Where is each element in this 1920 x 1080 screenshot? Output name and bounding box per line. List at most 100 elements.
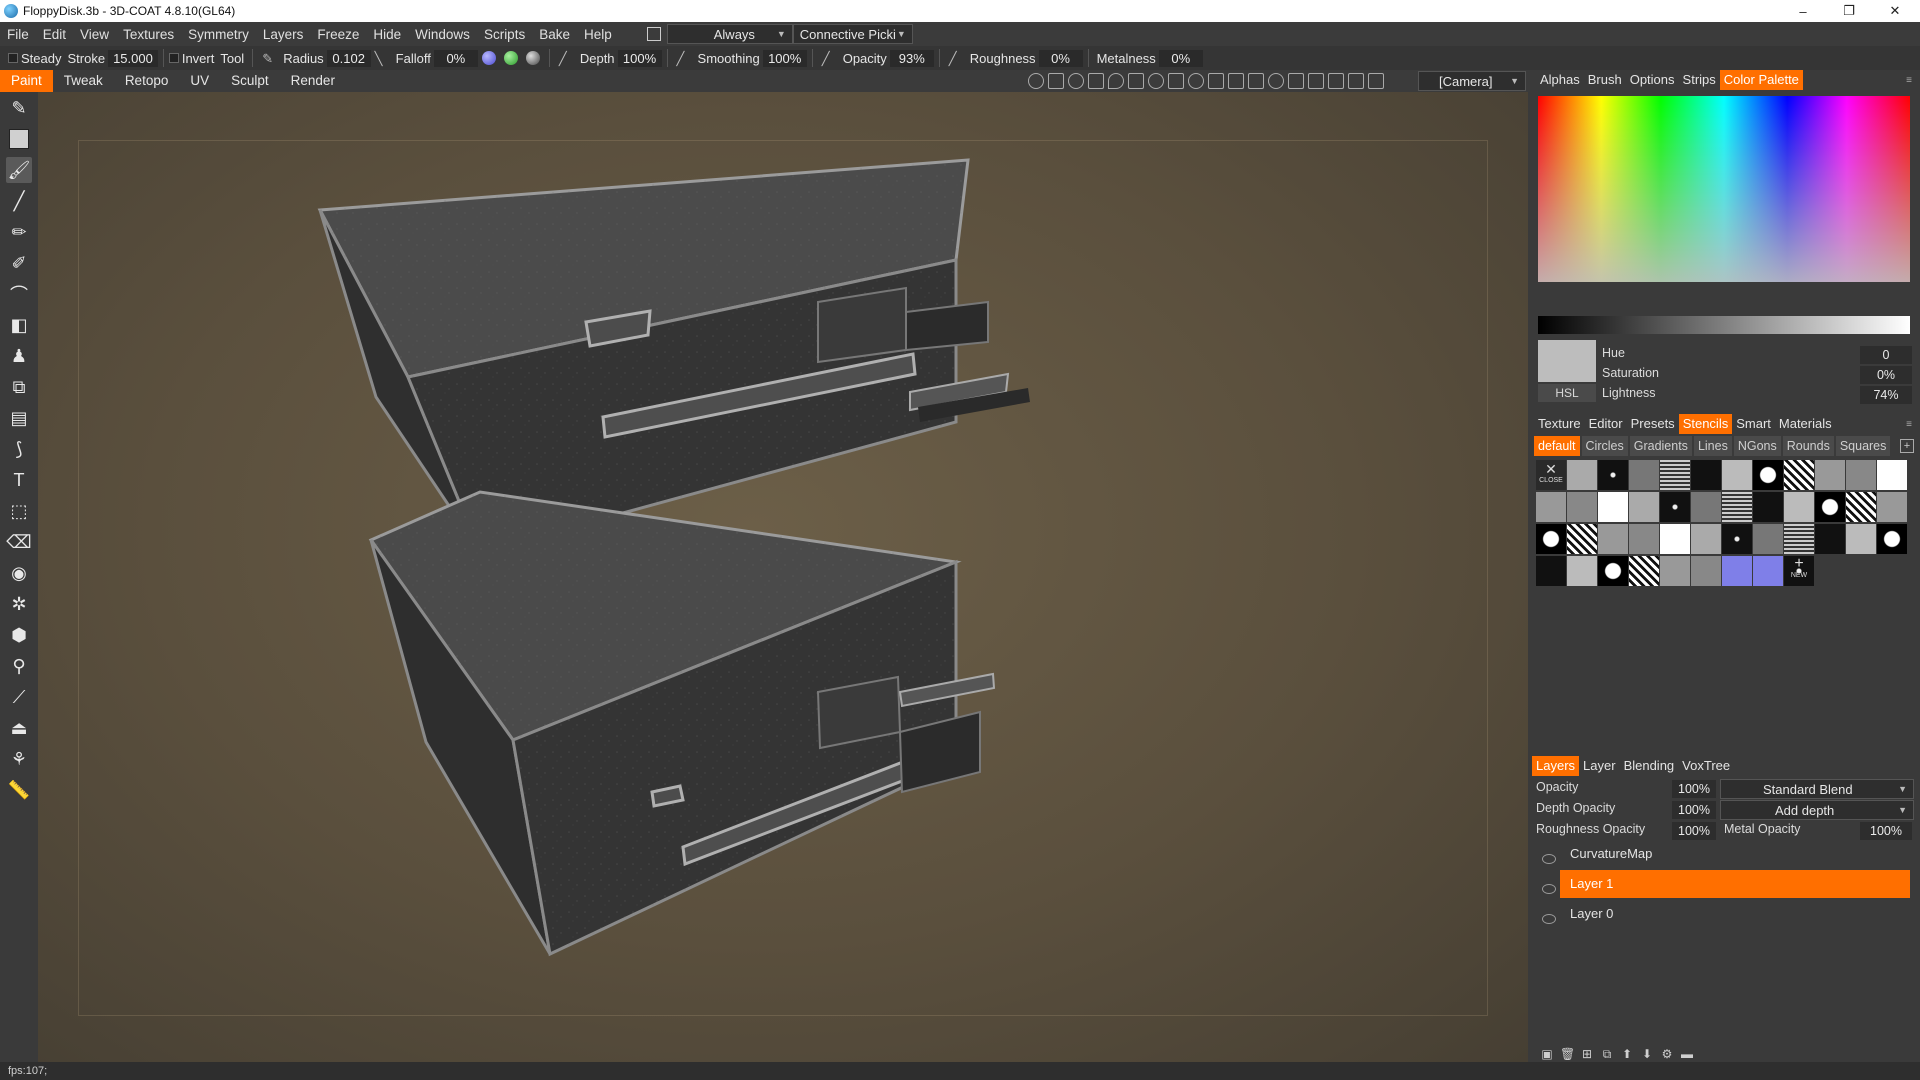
menu-hide[interactable]: Hide (366, 27, 408, 42)
stamp-tool[interactable]: ♟ (6, 343, 32, 369)
eye-icon[interactable] (1542, 854, 1556, 864)
ruler-tool[interactable]: 📏 (6, 777, 32, 803)
bucket-tool[interactable]: ◧ (6, 312, 32, 338)
stencil-thumbnail[interactable] (1753, 556, 1783, 586)
stencil-thumbnail[interactable] (1753, 492, 1783, 522)
stencil-thumbnail[interactable] (1815, 492, 1845, 522)
falloff-value[interactable]: 0% (433, 49, 478, 67)
blend-mode-dropdown[interactable]: Standard Blend ▼ (1720, 779, 1914, 799)
panel-menu-icon[interactable]: ≡ (1906, 75, 1912, 86)
tab-rounds[interactable]: Rounds (1782, 436, 1834, 456)
menu-help[interactable]: Help (577, 27, 619, 42)
merge-layer-icon[interactable]: ⊞ (1580, 1047, 1594, 1061)
tab-retopo[interactable]: Retopo (114, 70, 180, 92)
tab-squares[interactable]: Squares (1835, 436, 1891, 456)
stencil-thumbnail[interactable] (1567, 524, 1597, 554)
maximize-button[interactable]: ❐ (1826, 0, 1872, 22)
depth-material-icon[interactable] (481, 51, 496, 65)
zoom-icon[interactable] (1188, 73, 1204, 89)
text-tool[interactable]: T (6, 467, 32, 493)
minimize-button[interactable]: – (1780, 0, 1826, 22)
tab-options[interactable]: Options (1626, 70, 1679, 90)
line-tool[interactable]: ╱ (6, 188, 32, 214)
tab-presets[interactable]: Presets (1627, 414, 1679, 434)
folder-icon[interactable]: ▬ (1680, 1047, 1694, 1061)
tab-smart[interactable]: Smart (1732, 414, 1775, 434)
move-up-icon[interactable]: ⬆ (1620, 1047, 1634, 1061)
stencil-thumbnail[interactable] (1877, 460, 1907, 490)
stencil-thumbnail[interactable] (1846, 460, 1876, 490)
stencil-thumbnail[interactable] (1753, 524, 1783, 554)
menu-layers[interactable]: Layers (256, 27, 311, 42)
saturation-value[interactable]: 0% (1860, 366, 1912, 384)
no-symmetry-icon[interactable] (1268, 73, 1284, 89)
gear-tool[interactable]: ✲ (6, 591, 32, 617)
stencil-thumbnail[interactable] (1567, 492, 1597, 522)
steady-checkbox[interactable] (8, 53, 18, 63)
opacity-pen-icon[interactable]: ╱ (822, 51, 836, 66)
smoothing-pen-icon[interactable]: ╱ (677, 51, 691, 66)
eye-icon[interactable] (1542, 914, 1556, 924)
tab-uv[interactable]: UV (179, 70, 220, 92)
tab-texture[interactable]: Texture (1534, 414, 1585, 434)
stencil-thumbnail[interactable] (1815, 460, 1845, 490)
drop-icon[interactable] (1108, 73, 1124, 89)
clone-tool[interactable]: ⧉ (6, 374, 32, 400)
metalness-value[interactable]: 0% (1158, 49, 1203, 67)
tab-circles[interactable]: Circles (1581, 436, 1628, 456)
cube-icon[interactable] (1288, 73, 1304, 89)
axis-icon[interactable] (1328, 73, 1344, 89)
depth-opacity-value[interactable]: 100% (1672, 801, 1716, 819)
fit-view-icon[interactable] (1348, 73, 1364, 89)
stencil-thumbnail[interactable] (1784, 492, 1814, 522)
stencil-thumbnail[interactable] (1784, 460, 1814, 490)
stencil-thumbnail[interactable] (1846, 524, 1876, 554)
layer-1[interactable]: Layer 1 (1560, 870, 1910, 898)
eraser-tool[interactable]: ⌫ (6, 529, 32, 555)
close-button[interactable]: ✕ (1872, 0, 1918, 22)
current-color-swatch[interactable] (1538, 340, 1596, 382)
metal-opacity-value[interactable]: 100% (1860, 822, 1912, 840)
color-picker-field[interactable] (1538, 96, 1910, 282)
tab-gradients[interactable]: Gradients (1629, 436, 1692, 456)
stencil-thumbnail[interactable] (1629, 492, 1659, 522)
viewport-3d[interactable] (38, 92, 1528, 1062)
stencil-thumbnail[interactable] (1629, 460, 1659, 490)
connective-pick-dropdown[interactable]: Connective Picki ▼ (792, 24, 913, 44)
tab-sculpt[interactable]: Sculpt (220, 70, 280, 92)
stencil-thumbnail[interactable] (1722, 492, 1752, 522)
lightness-slider[interactable] (1538, 316, 1910, 334)
stroke-value[interactable]: 15.000 (108, 49, 158, 67)
stencil-thumbnail[interactable] (1753, 460, 1783, 490)
shading-icon[interactable] (1028, 73, 1044, 89)
add-stencil-category-icon[interactable]: + (1900, 439, 1914, 453)
stencil-thumbnail[interactable] (1598, 556, 1628, 586)
always-dropdown[interactable]: Always ▼ (666, 24, 793, 44)
transform-tool[interactable]: ⬚ (6, 498, 32, 524)
tab-brush[interactable]: Brush (1584, 70, 1626, 90)
menu-freeze[interactable]: Freeze (310, 27, 366, 42)
stencil-close[interactable]: ✕ CLOSE (1536, 460, 1566, 490)
tab-voxtree[interactable]: VoxTree (1678, 756, 1734, 776)
tab-paint[interactable]: Paint (0, 70, 53, 92)
eye-icon[interactable] (1542, 884, 1556, 894)
roughness-pen-icon[interactable]: ╱ (949, 51, 963, 66)
stencil-thumbnail[interactable] (1629, 556, 1659, 586)
duplicate-layer-icon[interactable]: ⧉ (1600, 1047, 1614, 1061)
curve-tool[interactable]: ⟆ (6, 436, 32, 462)
stencil-thumbnail[interactable] (1691, 460, 1721, 490)
move-down-icon[interactable]: ⬇ (1640, 1047, 1654, 1061)
hand-icon[interactable] (1128, 73, 1144, 89)
tab-stencils[interactable]: Stencils (1678, 414, 1733, 434)
depth-value[interactable]: 100% (617, 49, 662, 67)
frame-icon[interactable] (1228, 73, 1244, 89)
tab-materials[interactable]: Materials (1775, 414, 1836, 434)
opacity-value[interactable]: 93% (889, 49, 934, 67)
stencil-thumbnail[interactable] (1722, 556, 1752, 586)
lightness-value[interactable]: 74% (1860, 386, 1912, 404)
checkbox[interactable] (646, 27, 661, 41)
color-material-icon[interactable] (503, 51, 518, 65)
stencil-thumbnail[interactable] (1722, 460, 1752, 490)
stencil-thumbnail[interactable] (1598, 460, 1628, 490)
stencil-thumbnail[interactable] (1722, 524, 1752, 554)
